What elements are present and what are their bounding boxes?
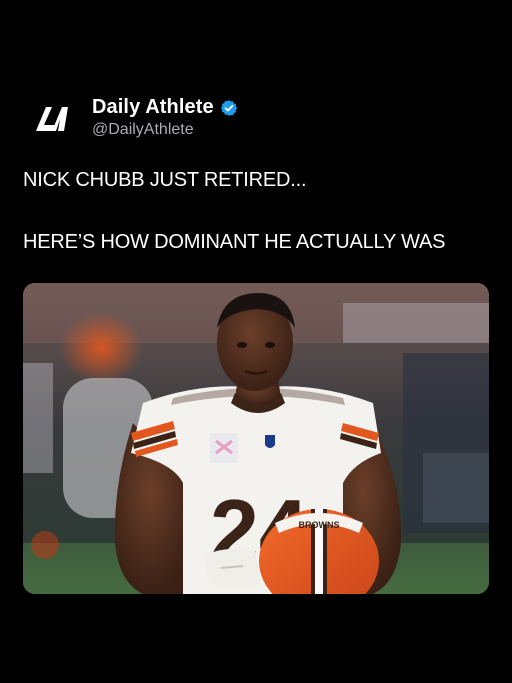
account-handle[interactable]: @DailyAthlete [92,121,238,139]
player-photo: 24 BROWNS [23,283,489,594]
tweet-media-photo[interactable]: 24 BROWNS [23,283,489,594]
helmet-text: BROWNS [299,520,340,530]
tweet-text-line-1: NICK CHUBB JUST RETIRED... [23,169,307,191]
tweet-text-line-2: HERE’S HOW DOMINANT HE ACTUALLY WAS [23,231,446,253]
account-names: Daily Athlete @DailyAthlete [92,96,238,139]
tweet-screenshot: Daily Athlete @DailyAthlete NICK CHUBB J… [0,0,512,683]
tweet-text: NICK CHUBB JUST RETIRED... HERE’S HOW DO… [23,168,446,254]
avatar[interactable] [34,99,72,137]
verified-badge-icon [220,99,238,117]
daily-athlete-logo-icon [36,106,68,131]
display-name[interactable]: Daily Athlete [92,96,214,119]
display-name-row: Daily Athlete [92,96,238,119]
tweet-header: Daily Athlete @DailyAthlete [34,96,238,139]
